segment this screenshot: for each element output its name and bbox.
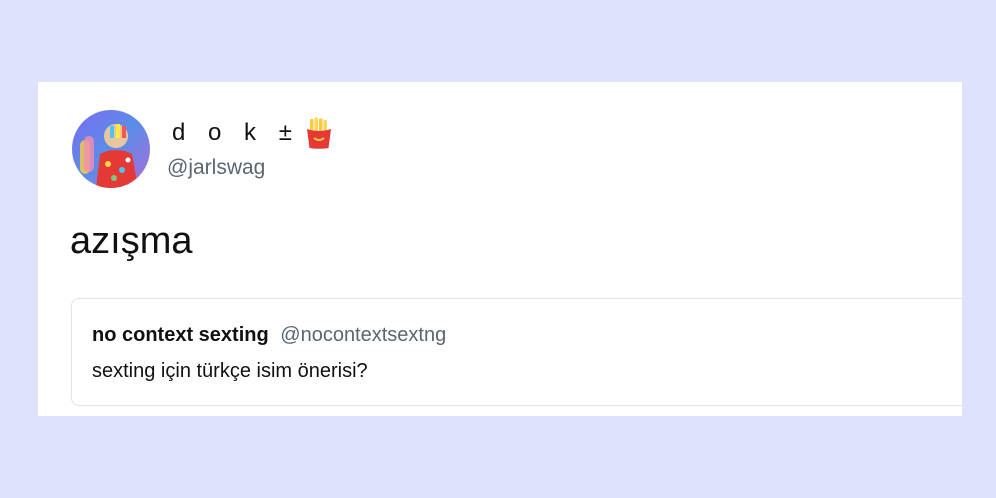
author-display-name[interactable]: d o k ±	[172, 116, 336, 150]
quoted-tweet-text: sexting için türkçe isim önerisi?	[92, 360, 368, 382]
quoted-tweet-header: no context sexting @nocontextsextng	[92, 324, 446, 347]
quoted-author-handle: @nocontextsextng	[280, 324, 447, 346]
tweet-text: azışma	[70, 220, 193, 262]
author-display-name-text: d o k ±	[172, 119, 300, 146]
tweet-card: d o k ± @jarlswag azışma no context sext…	[38, 82, 971, 416]
avatar[interactable]	[72, 110, 150, 188]
author-handle[interactable]: @jarlswag	[167, 156, 265, 180]
avatar-image	[72, 110, 150, 188]
quoted-tweet[interactable]: no context sexting @nocontextsextng sext…	[71, 298, 971, 406]
fries-icon	[302, 116, 336, 150]
quoted-author-name: no context sexting	[92, 324, 269, 346]
